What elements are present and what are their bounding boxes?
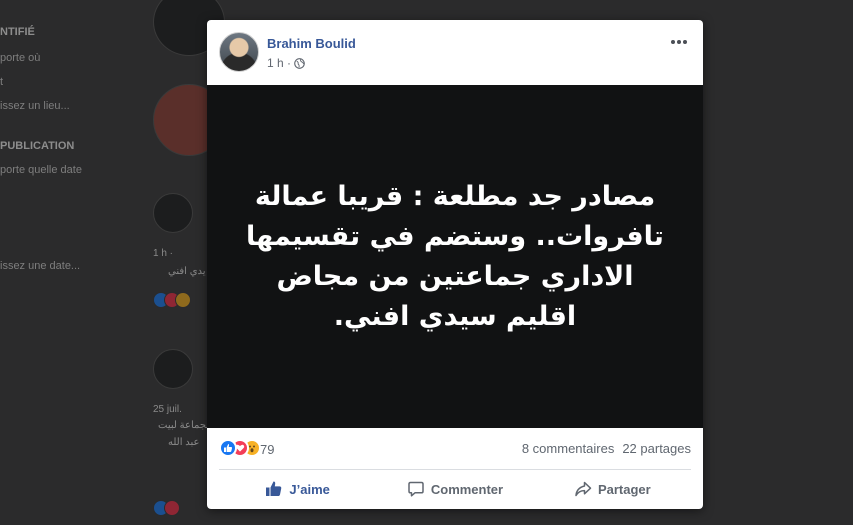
like-reaction-icon [219, 439, 237, 457]
post-image[interactable]: مصادر جد مطلعة : قريبا عمالة تافروات.. و… [207, 85, 703, 428]
comment-label: Commenter [430, 481, 504, 497]
post-header: Brahim Boulid 1 h · [219, 32, 691, 76]
background-post-text: يدي افني [168, 266, 206, 277]
engagement-counts: 8 commentaires 22 partages [522, 441, 691, 456]
post-stats: 79 8 commentaires 22 partages [219, 438, 691, 460]
background-post-meta: 25 juil. [153, 404, 182, 415]
comment-bubble-icon [408, 481, 424, 497]
author-avatar[interactable] [219, 32, 259, 72]
share-button[interactable]: Partager [534, 472, 691, 506]
comment-button[interactable]: Commenter [376, 472, 533, 506]
divider [219, 469, 691, 470]
background-reactions [153, 292, 199, 308]
background-post-avatar [153, 349, 193, 389]
dot-icon [677, 40, 681, 44]
dot-icon [671, 40, 675, 44]
sidebar-section-title: PUBLICATION [0, 140, 75, 152]
post-image-text: مصادر جد مطلعة : قريبا عمالة تافروات.. و… [246, 180, 664, 332]
sidebar-item: issez une date... [0, 260, 81, 272]
sidebar-item: t [0, 76, 4, 88]
author-name[interactable]: Brahim Boulid [267, 36, 356, 51]
like-label: J’aime [289, 481, 330, 497]
comments-count[interactable]: 8 commentaires [522, 441, 614, 456]
background-sidebar: NTIFIÉ porte où t issez un lieu... PUBLI… [0, 0, 150, 525]
share-arrow-icon [575, 481, 592, 497]
background-post-meta: 1 h · [153, 248, 174, 259]
background-post-avatar [153, 193, 193, 233]
sidebar-section-title: NTIFIÉ [0, 26, 35, 38]
background-post-text: عبد الله [168, 437, 200, 448]
shares-count[interactable]: 22 partages [622, 441, 691, 456]
dot-icon [683, 40, 687, 44]
like-button[interactable]: J’aime [219, 472, 376, 506]
background-reactions [153, 500, 199, 516]
background-post-text: بجماعة لبيت [158, 420, 210, 431]
thumbs-up-icon [266, 481, 282, 496]
more-options-button[interactable] [667, 32, 691, 52]
reaction-count[interactable]: 79 [260, 442, 274, 457]
globe-icon [294, 57, 305, 69]
share-label: Partager [597, 481, 651, 497]
sidebar-item: issez un lieu... [0, 100, 70, 112]
post-card: Brahim Boulid 1 h · مصادر جد مطلعة : قري… [207, 20, 703, 509]
post-meta: 1 h · [267, 56, 305, 70]
sidebar-item: porte où [0, 52, 41, 64]
post-timestamp[interactable]: 1 h · [267, 56, 291, 70]
sidebar-item: porte quelle date [0, 164, 82, 176]
post-actions: J’aime Commenter Partager [219, 472, 691, 506]
